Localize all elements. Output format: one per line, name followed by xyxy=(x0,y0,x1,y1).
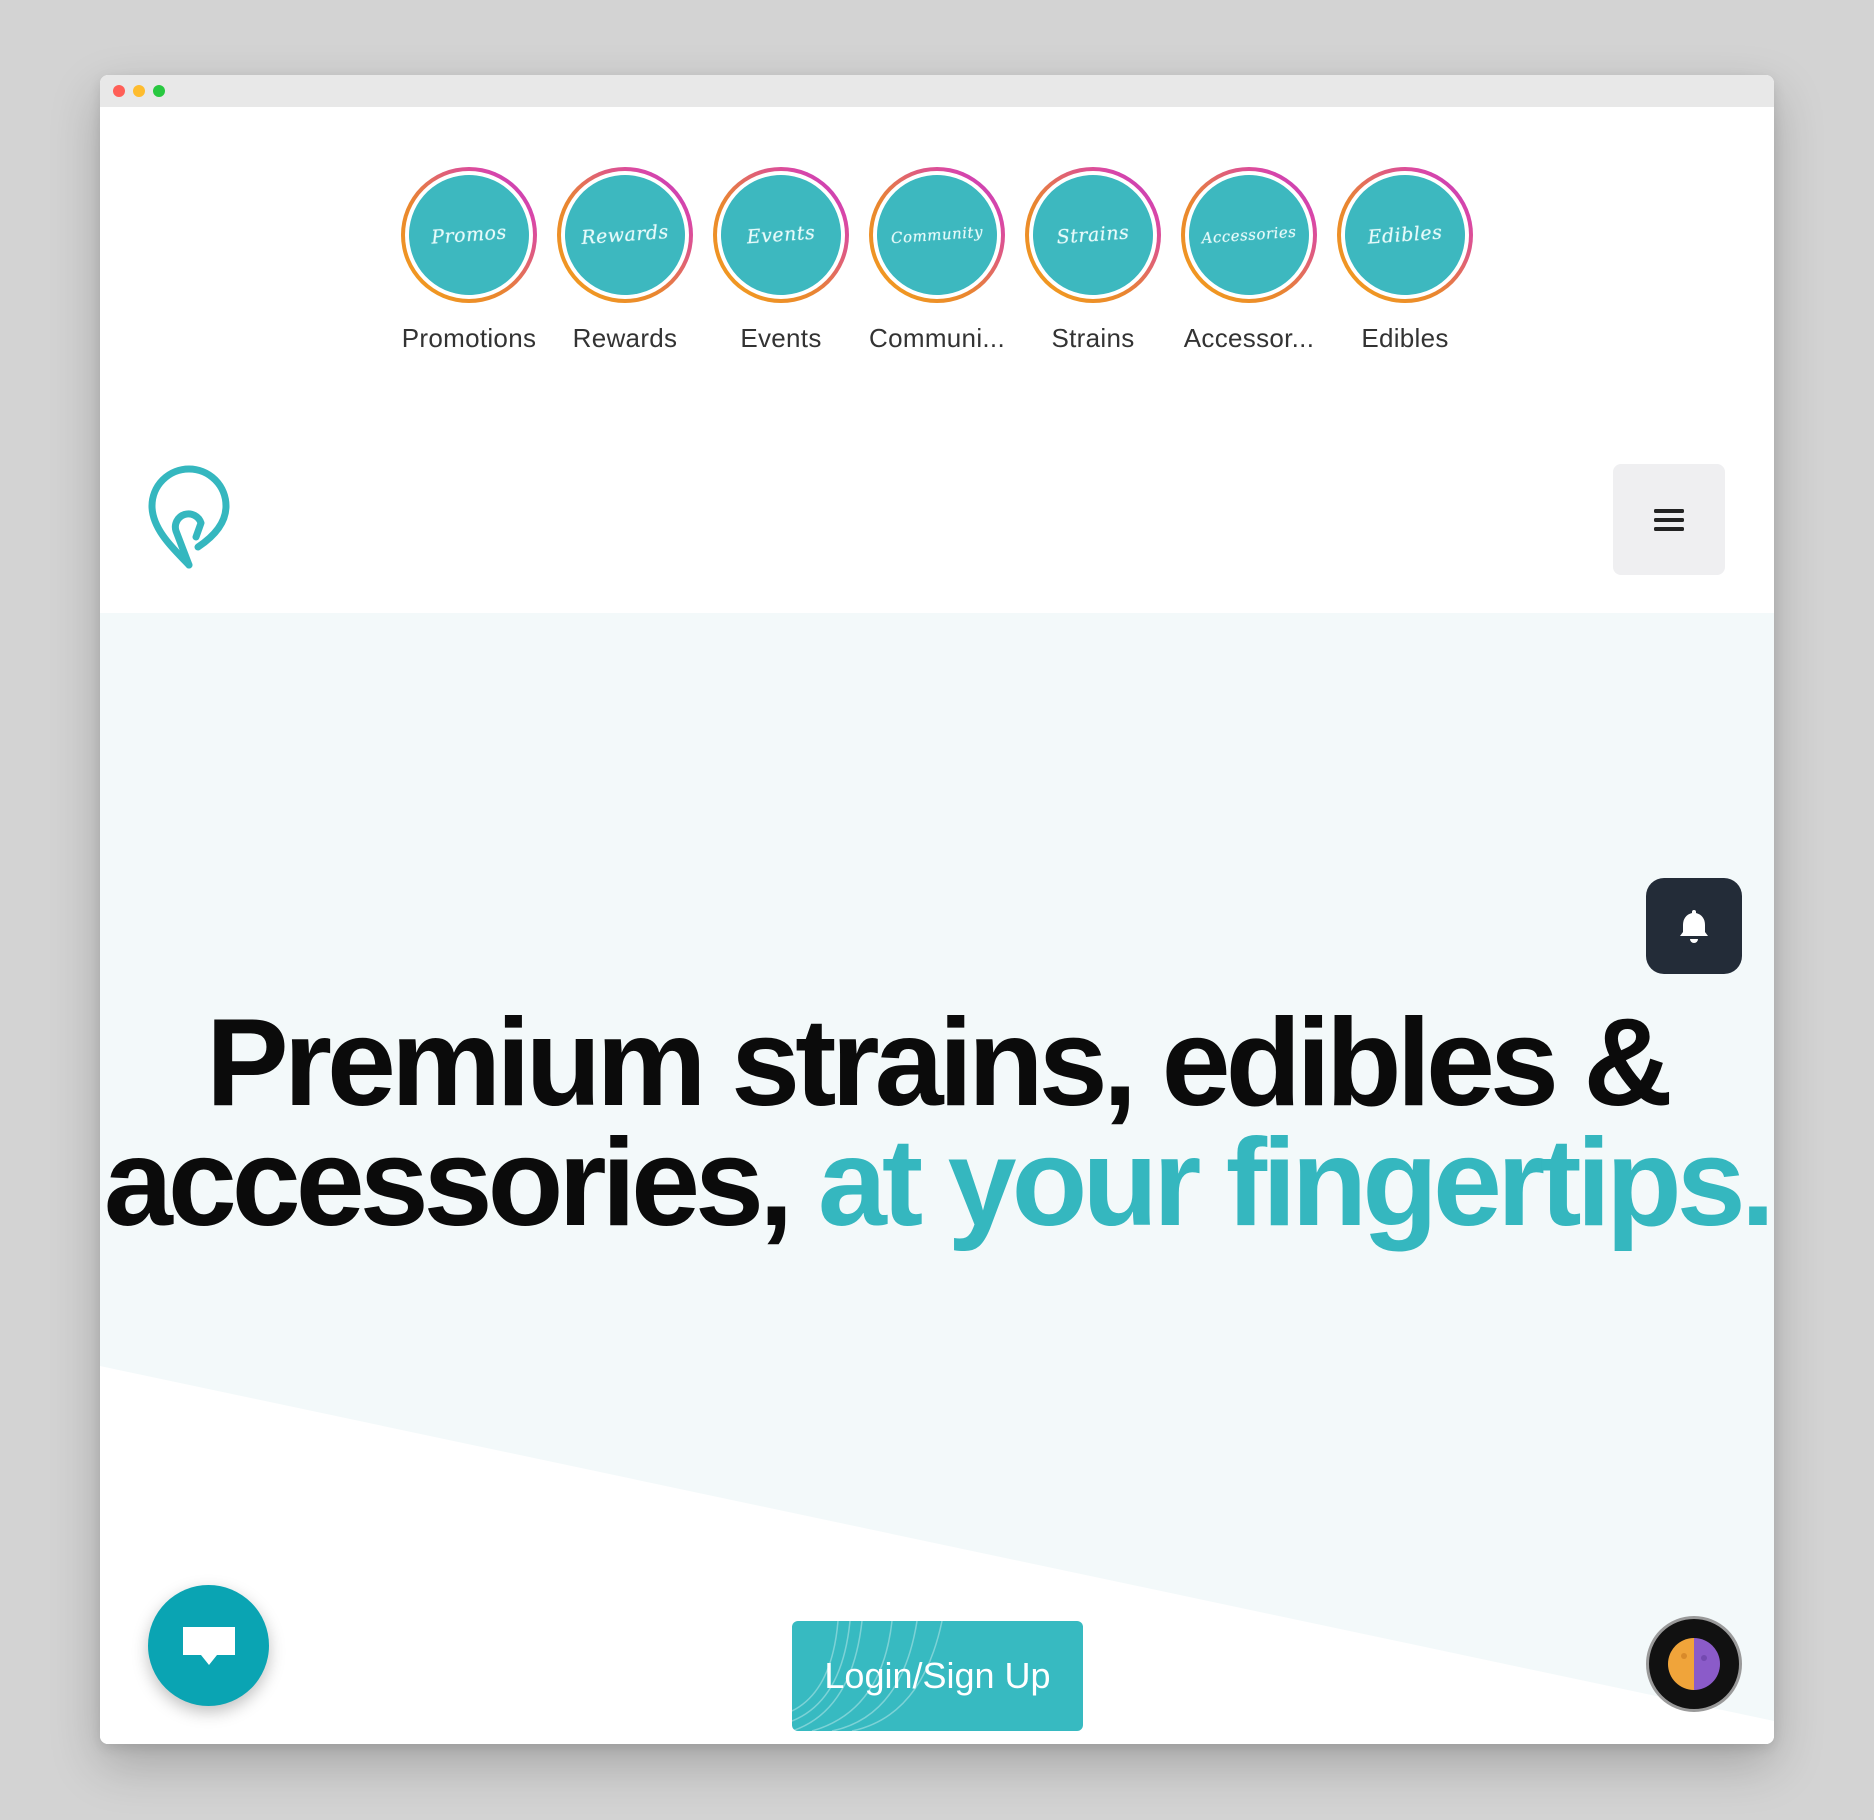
story-events[interactable]: Events Events xyxy=(713,167,849,354)
hero-section: Premium strains, edibles & accessories, … xyxy=(100,613,1774,1744)
chat-button[interactable] xyxy=(148,1585,269,1706)
minimize-window-button[interactable] xyxy=(133,85,145,97)
story-strains[interactable]: Strains Strains xyxy=(1025,167,1161,354)
hero-headline: Premium strains, edibles & accessories, … xyxy=(100,1001,1774,1245)
story-bubble: Community xyxy=(872,170,1002,300)
story-accessories[interactable]: Accessories Accessor... xyxy=(1181,167,1317,354)
story-label: Communi... xyxy=(869,323,1005,353)
story-bubble: Accessories xyxy=(1184,170,1314,300)
story-ring: Accessories xyxy=(1181,167,1317,303)
story-edibles[interactable]: Edibles Edibles xyxy=(1337,167,1473,354)
story-label: Strains xyxy=(1051,323,1135,353)
story-promotions[interactable]: Promos Promotions xyxy=(401,167,537,354)
hamburger-menu-icon xyxy=(1654,508,1684,531)
story-ring: Community xyxy=(869,167,1005,303)
story-bubble: Strains xyxy=(1028,170,1158,300)
title-bar xyxy=(100,75,1774,107)
story-bubble: Promos xyxy=(404,170,534,300)
story-label: Accessor... xyxy=(1183,323,1315,353)
story-ring: Strains xyxy=(1025,167,1161,303)
theme-toggle-button[interactable] xyxy=(1646,1616,1742,1712)
notification-button[interactable] xyxy=(1646,878,1742,974)
story-community[interactable]: Community Communi... xyxy=(869,167,1005,354)
close-window-button[interactable] xyxy=(113,85,125,97)
menu-button[interactable] xyxy=(1613,464,1725,575)
story-label: Edibles xyxy=(1361,323,1449,353)
stories-row: Promos Promotions Rewards Rewards Events… xyxy=(100,167,1774,354)
browser-window: Promos Promotions Rewards Rewards Events… xyxy=(100,75,1774,1744)
story-ring: Rewards xyxy=(557,167,693,303)
story-label: Rewards xyxy=(572,323,678,353)
story-ring: Edibles xyxy=(1337,167,1473,303)
story-label: Promotions xyxy=(401,323,537,353)
story-bubble: Rewards xyxy=(560,170,690,300)
story-label: Events xyxy=(740,323,822,353)
location-pin-logo-icon[interactable] xyxy=(146,465,232,569)
headline-accent: at your fingertips. xyxy=(817,1114,1774,1252)
story-ring: Promos xyxy=(401,167,537,303)
login-signup-label: Login/Sign Up xyxy=(824,1655,1051,1696)
maximize-window-button[interactable] xyxy=(153,85,165,97)
bell-icon xyxy=(1680,910,1708,943)
moon-sun-toggle-icon xyxy=(1668,1638,1720,1690)
login-signup-button[interactable]: Login/Sign Up xyxy=(792,1621,1083,1731)
story-ring: Events xyxy=(713,167,849,303)
story-rewards[interactable]: Rewards Rewards xyxy=(557,167,693,354)
story-bubble: Edibles xyxy=(1340,170,1470,300)
chat-bubble-icon xyxy=(182,1626,235,1665)
story-bubble: Events xyxy=(716,170,846,300)
